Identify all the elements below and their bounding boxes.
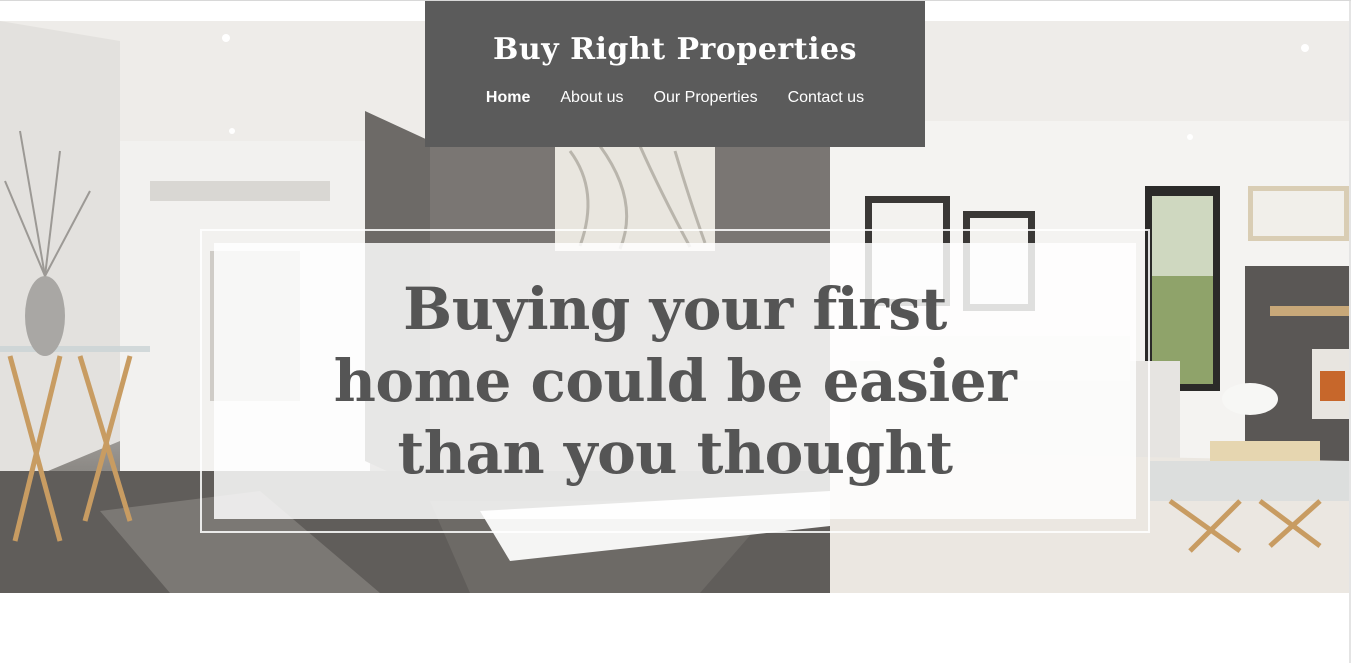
- main-nav: Home About us Our Properties Contact us: [425, 87, 925, 109]
- site-title[interactable]: Buy Right Properties: [425, 30, 925, 70]
- site-header: Buy Right Properties Home About us Our P…: [425, 1, 925, 147]
- headline-card: Buying your first home could be easier t…: [214, 243, 1136, 519]
- nav-about-us-link[interactable]: About us: [560, 87, 623, 109]
- nav-contact-us-link[interactable]: Contact us: [788, 87, 864, 109]
- nav-our-properties-link[interactable]: Our Properties: [654, 87, 758, 109]
- hero-headline: Buying your first home could be easier t…: [333, 275, 1017, 487]
- nav-home-link[interactable]: Home: [486, 87, 530, 109]
- page: Buy Right Properties Home About us Our P…: [0, 0, 1351, 663]
